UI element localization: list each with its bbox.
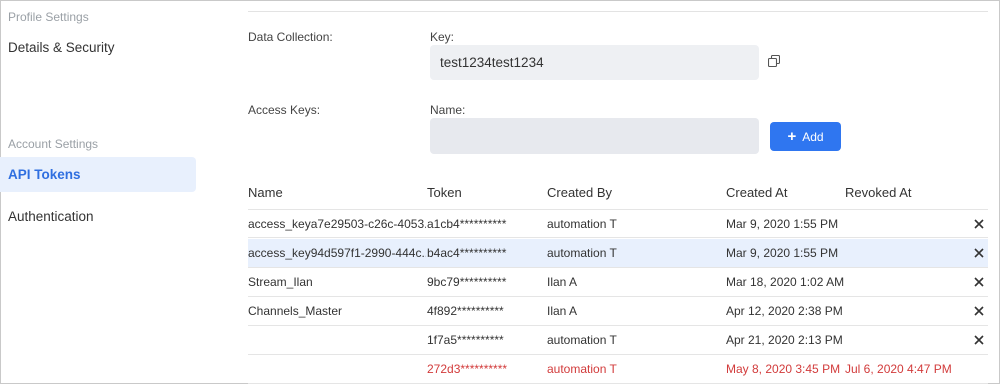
token-name	[248, 355, 426, 383]
key-label: Key:	[430, 30, 455, 44]
created-at: Mar 9, 2020 1:55 PM	[726, 217, 839, 231]
table-row[interactable]: 272d3********** automation T May 8, 2020…	[248, 355, 988, 384]
close-icon[interactable]	[973, 276, 985, 288]
account-settings-heading: Account Settings	[8, 137, 99, 151]
token-value: a1cb4**********	[427, 217, 507, 231]
add-button[interactable]: + Add	[770, 122, 841, 151]
created-at: Mar 18, 2020 1:02 AM	[726, 275, 844, 289]
created-by: automation T	[547, 333, 617, 347]
revoked-at	[845, 210, 965, 238]
column-header-revoked-at[interactable]: Revoked At	[845, 185, 912, 200]
token-value: b4ac4**********	[427, 246, 507, 260]
close-icon[interactable]	[973, 247, 985, 259]
column-header-created-at[interactable]: Created At	[726, 185, 787, 200]
token-name	[248, 326, 426, 354]
created-by: Ilan A	[547, 275, 578, 289]
sidebar-item-api-tokens[interactable]: API Tokens	[0, 157, 196, 192]
token-value: 1f7a5**********	[427, 333, 504, 347]
revoked-at	[845, 326, 965, 354]
sidebar-item-details-security[interactable]: Details & Security	[0, 30, 196, 65]
table-row[interactable]: Channels_Master 4f892********** Ilan A A…	[248, 297, 988, 326]
close-icon[interactable]	[973, 218, 985, 230]
token-name: Channels_Master	[248, 304, 343, 318]
token-value: 4f892**********	[427, 304, 504, 318]
token-name: Stream_Ilan	[248, 275, 313, 289]
profile-settings-heading: Profile Settings	[8, 10, 89, 24]
sidebar: Profile Settings Details & Security Acco…	[0, 0, 200, 384]
copy-icon[interactable]	[768, 55, 780, 67]
access-keys-label: Access Keys:	[248, 103, 321, 117]
revoked-at	[845, 268, 965, 296]
created-at: May 8, 2020 3:45 PM	[726, 362, 841, 376]
created-at: Apr 12, 2020 2:38 PM	[726, 304, 843, 318]
key-field[interactable]: test1234test1234	[430, 45, 759, 80]
created-at: Apr 21, 2020 2:13 PM	[726, 333, 843, 347]
created-by: Ilan A	[547, 304, 578, 318]
close-icon[interactable]	[973, 305, 985, 317]
close-icon[interactable]	[973, 334, 985, 346]
token-name: access_key94d597f1-2990-444c...	[248, 246, 426, 260]
name-label: Name:	[430, 103, 466, 117]
column-header-token[interactable]: Token	[427, 185, 462, 200]
created-by: automation T	[547, 217, 617, 231]
data-collection-label: Data Collection:	[248, 30, 333, 44]
sidebar-item-authentication[interactable]: Authentication	[0, 199, 196, 234]
column-header-created-by[interactable]: Created By	[547, 185, 612, 200]
name-input[interactable]	[430, 118, 759, 154]
plus-icon: +	[787, 128, 797, 145]
created-by: automation T	[547, 362, 617, 376]
add-button-label: Add	[802, 129, 824, 144]
divider	[248, 11, 988, 12]
column-header-name[interactable]: Name	[248, 185, 283, 200]
table-row[interactable]: access_keya7e29503-c26c-4053... a1cb4***…	[248, 209, 988, 238]
revoked-at	[845, 239, 965, 267]
token-name: access_keya7e29503-c26c-4053...	[248, 217, 426, 231]
revoked-at	[845, 297, 965, 325]
created-by: automation T	[547, 246, 617, 260]
table-row[interactable]: access_key94d597f1-2990-444c... b4ac4***…	[248, 239, 988, 268]
token-value: 272d3**********	[427, 362, 508, 376]
table-row[interactable]: Stream_Ilan 9bc79********** Ilan A Mar 1…	[248, 268, 988, 297]
revoked-at: Jul 6, 2020 4:47 PM	[845, 362, 952, 376]
table-row[interactable]: 1f7a5********** automation T Apr 21, 202…	[248, 326, 988, 355]
created-at: Mar 9, 2020 1:55 PM	[726, 246, 839, 260]
token-value: 9bc79**********	[427, 275, 507, 289]
